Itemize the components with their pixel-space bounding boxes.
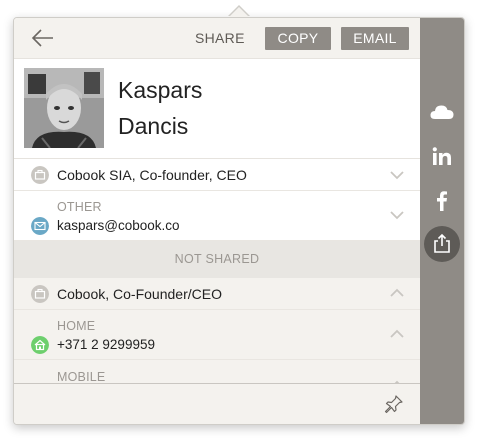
pin-icon[interactable] — [384, 394, 404, 414]
home-icon — [31, 336, 49, 354]
share-header: SHARE COPY EMAIL — [14, 18, 420, 59]
share-footer — [14, 383, 420, 424]
briefcase-icon — [31, 285, 49, 303]
facebook-icon[interactable] — [428, 187, 456, 215]
not-shared-phone-row[interactable]: HOME +371 2 9299959 — [14, 310, 420, 360]
not-shared-header: NOT SHARED — [14, 241, 420, 278]
not-shared-company-row[interactable]: Cobook, Co-Founder/CEO — [14, 278, 420, 310]
phone-type-label: HOME — [57, 319, 96, 333]
avatar — [24, 68, 104, 148]
profile-card: Kaspars Dancis — [14, 59, 420, 159]
chevron-up-icon[interactable] — [390, 288, 404, 298]
chevron-down-icon[interactable] — [390, 170, 404, 180]
first-name: Kaspars — [118, 77, 203, 103]
chevron-down-icon[interactable] — [390, 210, 404, 220]
linkedin-icon[interactable] — [428, 143, 456, 171]
cloud-icon[interactable] — [428, 99, 456, 127]
copy-button[interactable]: COPY — [265, 27, 331, 50]
email-type-label: OTHER — [57, 200, 102, 214]
popover-arrow — [229, 7, 249, 17]
mobile-type-label: MOBILE — [57, 370, 106, 384]
share-sidebar — [420, 18, 464, 424]
email-value: kaspars@cobook.co — [57, 218, 180, 233]
share-export-icon[interactable] — [428, 230, 456, 258]
share-title: SHARE — [195, 30, 245, 46]
shared-company-text: Cobook SIA, Co-founder, CEO — [57, 167, 247, 183]
share-popover: SHARE COPY EMAIL Kaspars Dancis Cobook S… — [13, 17, 465, 425]
last-name: Dancis — [118, 113, 189, 139]
avatar-photo — [24, 68, 104, 148]
shared-email-row[interactable]: OTHER kaspars@cobook.co — [14, 191, 420, 241]
not-shared-company-text: Cobook, Co-Founder/CEO — [57, 286, 222, 302]
phone-value: +371 2 9299959 — [57, 337, 155, 352]
email-button[interactable]: EMAIL — [341, 27, 409, 50]
email-icon — [31, 217, 49, 235]
share-panel: SHARE COPY EMAIL Kaspars Dancis Cobook S… — [14, 18, 420, 424]
shared-company-row[interactable]: Cobook SIA, Co-founder, CEO — [14, 159, 420, 191]
chevron-up-icon[interactable] — [390, 329, 404, 339]
back-arrow-icon[interactable] — [30, 26, 54, 50]
briefcase-icon — [31, 166, 49, 184]
